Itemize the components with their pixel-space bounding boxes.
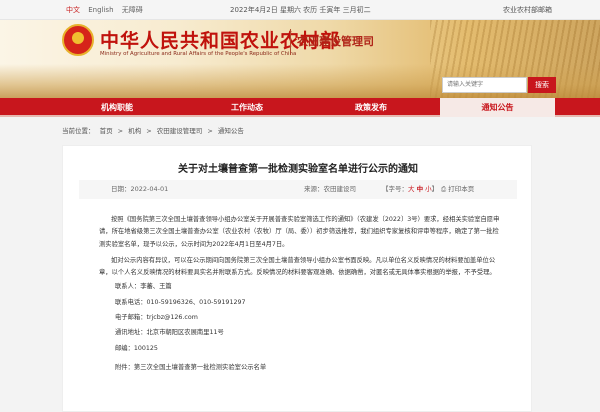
contact-postcode: 邮编：100125: [115, 344, 158, 352]
main-nav: 机构职能 工作动态 政策发布 通知公告: [0, 98, 600, 117]
breadcrumb-dept[interactable]: 农田建设管理司: [157, 127, 203, 135]
mailbox-link[interactable]: 农业农村部邮箱: [503, 0, 552, 20]
title-divider: [290, 29, 291, 55]
breadcrumb-prefix: 当前位置：: [62, 127, 95, 135]
contact-phone: 联系电话：010-59196326、010-59191297: [115, 298, 246, 306]
search-input[interactable]: 请输入关键字: [442, 77, 527, 93]
lang-chinese-link[interactable]: 中文: [66, 6, 80, 14]
site-subtitle: Ministry of Agriculture and Rural Affair…: [100, 51, 297, 57]
nav-item-notices[interactable]: 通知公告: [440, 98, 555, 117]
breadcrumb-current[interactable]: 通知公告: [218, 127, 244, 135]
current-date: 2022年4月2日 星期六 农历 壬寅年 三月初二: [230, 6, 371, 14]
top-bar: 中文 English 无障碍 2022年4月2日 星期六 农历 壬寅年 三月初二…: [0, 0, 600, 20]
article-panel: 关于对土壤普查第一批检测实验室名单进行公示的通知 日期：2022-04-01 来…: [62, 145, 532, 412]
contact-address: 通讯地址：北京市朝阳区农展南里11号: [115, 329, 224, 337]
breadcrumb-home[interactable]: 首页: [100, 127, 113, 135]
department-name: 农田建设管理司: [297, 35, 374, 48]
contact-email: 电子邮箱：trjcbz@126.com: [115, 314, 198, 322]
language-switcher: 中文 English 无障碍: [66, 0, 149, 20]
paragraph-2: 如对公示内容有异议，可以在公示期间向国务院第三次全国土壤普查领导小组办公室书面反…: [99, 256, 496, 277]
article-meta: 日期：2022-04-01 来源：农田建设司 【字号：大 中 小】 ⎙ 打印本页: [79, 180, 517, 199]
font-large-button[interactable]: 大: [408, 185, 415, 193]
print-button[interactable]: ⎙ 打印本页: [441, 180, 474, 199]
font-medium-button[interactable]: 中: [417, 185, 424, 193]
breadcrumb: 当前位置： 首页 > 机构 > 农田建设管理司 > 通知公告: [62, 125, 247, 135]
breadcrumb-separator: >: [146, 127, 152, 135]
paragraph-1: 按照《国务院第三次全国土壤普查领导小组办公室关于开展普查实验室筛选工作的通知》（…: [99, 216, 500, 248]
article-body: 按照《国务院第三次全国土壤普查领导小组办公室关于开展普查实验室筛选工作的通知》（…: [99, 214, 501, 375]
attachment-link[interactable]: 附件：第三次全国土壤普查第一批检测实验室公示名单: [115, 360, 501, 375]
nav-item-functions[interactable]: 机构职能: [62, 98, 172, 117]
contact-person: 联系人：李蕃、王篇: [115, 283, 172, 291]
nav-item-news[interactable]: 工作动态: [192, 98, 302, 117]
breadcrumb-org[interactable]: 机构: [128, 127, 141, 135]
article-title: 关于对土壤普查第一批检测实验室名单进行公示的通知: [178, 164, 418, 175]
accessibility-link[interactable]: 无障碍: [122, 6, 143, 14]
search-button[interactable]: 搜索: [528, 77, 556, 93]
header-banner: 中华人民共和国农业农村部 Ministry of Agriculture and…: [0, 20, 600, 98]
nav-item-policy[interactable]: 政策发布: [316, 98, 426, 117]
article-source: 来源：农田建设司: [304, 185, 356, 193]
breadcrumb-separator: >: [117, 127, 124, 135]
article-date: 日期：2022-04-01: [111, 185, 169, 193]
breadcrumb-separator: >: [207, 127, 213, 135]
font-size-control: 【字号：大 中 小】: [382, 185, 439, 193]
national-emblem-icon: [62, 24, 94, 56]
lang-english-link[interactable]: English: [88, 6, 113, 14]
